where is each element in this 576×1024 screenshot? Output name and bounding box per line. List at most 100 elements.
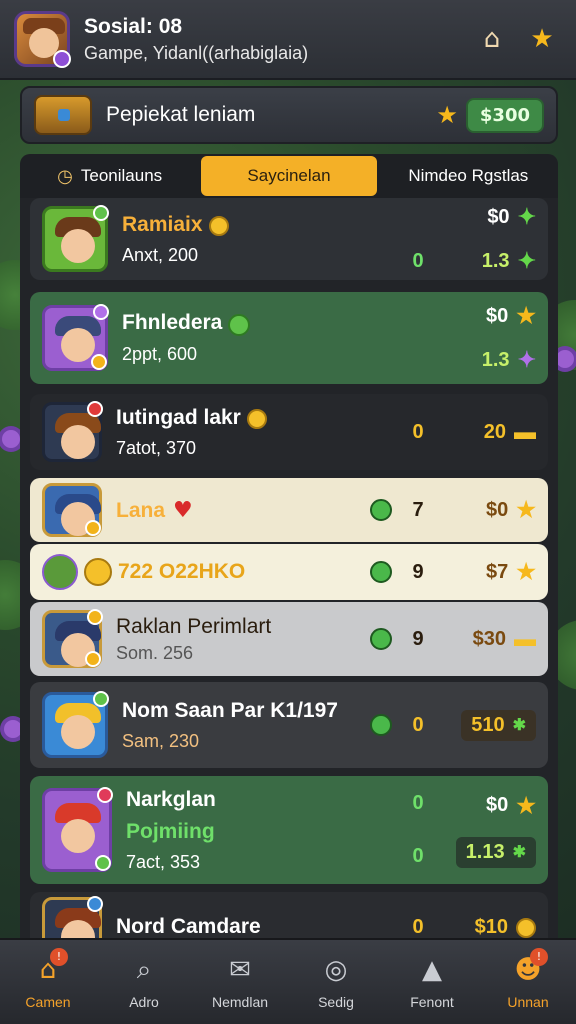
tab-nimdeo-rgstlas[interactable]: Nimdeo Rgstlas <box>381 156 556 196</box>
title-block: Sosial: 08 Gampe, Yidanl((arhabiglaia) <box>84 15 462 64</box>
list-item[interactable]: Raklan Perimlart Som. 256 9 $30 ▬ <box>30 602 548 676</box>
star-icon: ★ <box>516 497 536 522</box>
star-icon: ★ <box>516 303 536 328</box>
nav-label: Adro <box>129 994 159 1010</box>
star-icon: ★ <box>436 101 458 129</box>
pin-icon <box>370 628 392 650</box>
row-value: 20 <box>483 420 506 443</box>
settings-icon: ◎ <box>324 955 348 985</box>
clock-icon: ◷ <box>57 165 73 186</box>
pin-icon <box>370 499 392 521</box>
player-name: Lana <box>116 498 166 522</box>
nav-camen[interactable]: ⌂ ! Camen <box>0 948 96 1010</box>
heart-icon: ♥ <box>173 497 193 523</box>
coin-icon <box>246 409 267 429</box>
row-stat: 9 <box>412 627 424 650</box>
player-name: Nom Saan Par K1/197 <box>122 698 338 722</box>
player-name: 722 O22HKO <box>118 560 246 583</box>
nav-adro[interactable]: ⌕ Adro <box>96 954 192 1011</box>
gem-icon: ✦ <box>517 204 536 229</box>
avatar <box>42 896 103 938</box>
nav-sedig[interactable]: ◎ Sedig <box>288 954 384 1010</box>
list-item[interactable]: Iutingad lakr 7atot, 370 0 20 ▬ <box>30 394 548 470</box>
panel-title: Pepiekat leniam <box>106 103 256 126</box>
mail-icon: ✉ <box>229 955 251 985</box>
star-icon: ★ <box>516 792 536 818</box>
leaf-icon <box>42 554 78 590</box>
tab-label: Saycinelan <box>247 166 331 185</box>
avatar <box>42 691 109 758</box>
row-stat: 0 <box>412 420 424 443</box>
bottom-nav: ⌂ ! Camen ⌕ Adro ✉ Nemdlan ◎ Sedig ▲ Fen… <box>0 938 576 1024</box>
nav-label: Nemdlan <box>211 994 269 1010</box>
row-stat: 7 <box>412 498 424 521</box>
avatar <box>42 205 109 272</box>
list-item[interactable]: Ramiaix Anxt, 200 0 $0 ✦ 1.3 ✦ <box>30 198 548 280</box>
player-score: Som. 256 <box>116 642 194 663</box>
player-score: 2ppt, 600 <box>122 343 198 364</box>
list-item[interactable]: Nord Camdare 0 $10 <box>30 892 548 938</box>
coin-icon <box>208 216 229 236</box>
row-value-2: 1.3 <box>481 348 510 371</box>
nav-nemdlan[interactable]: ✉ Nemdlan <box>192 954 288 1010</box>
player-name: Raklan Perimlart <box>116 614 272 638</box>
avatar <box>42 401 103 462</box>
app-title: Sosial: 08 <box>84 14 183 38</box>
tab-label: Teonilauns <box>80 166 163 185</box>
player-score: Sam, 230 <box>122 730 200 751</box>
row-stat: 9 <box>412 560 424 583</box>
pin-icon <box>370 561 392 583</box>
notification-badge: ! <box>530 948 548 966</box>
tab-label: Nimdeo Rgstlas <box>408 166 529 185</box>
gem-icon: ✦ <box>517 347 536 372</box>
row-value-2: 1.3 <box>481 249 510 272</box>
app-header: Sosial: 08 Gampe, Yidanl((arhabiglaia) ⌂… <box>0 0 576 80</box>
row-value: $10 <box>474 915 508 938</box>
row-value: $7 <box>486 560 509 583</box>
player-name: Iutingad lakr <box>116 405 241 429</box>
gem-icon: ✱ <box>512 844 526 861</box>
nav-label: Camen <box>25 994 71 1010</box>
game-avatar[interactable] <box>14 11 71 68</box>
list-item[interactable]: Lana ♥ 7 $0 ★ <box>30 478 548 542</box>
row-stat: 0 <box>412 792 424 814</box>
gem-icon: ✱ <box>512 717 526 734</box>
home-icon[interactable]: ⌂ <box>472 19 512 59</box>
player-name: Narkglan <box>126 787 216 811</box>
row-stat-2: 0 <box>412 845 424 867</box>
tab-bar: ◷ Teonilauns Saycinelan Nimdeo Rgstlas <box>20 154 558 198</box>
coins-balance[interactable]: $300 <box>465 97 544 133</box>
list-item[interactable]: Narkglan Pojmiing 7act, 353 0 0 $0 ★ 1.13… <box>30 776 548 884</box>
search-icon: ⌕ <box>136 954 152 985</box>
player-name: Fhnledera <box>122 311 223 335</box>
nav-label: Unnan <box>507 994 549 1010</box>
row-stat: 0 <box>412 915 424 938</box>
list-item[interactable]: 722 O22HKO 9 $7 ★ <box>30 544 548 600</box>
tab-teonilauns[interactable]: ◷ Teonilauns <box>22 156 197 196</box>
list-item[interactable]: Fhnledera 2ppt, 600 $0 ★ 1.3 ✦ <box>30 292 548 384</box>
dash-icon: ▬ <box>514 419 536 444</box>
dash-icon: ▬ <box>514 626 536 651</box>
tab-saycinelan[interactable]: Saycinelan <box>201 156 377 196</box>
coin-icon <box>516 914 536 938</box>
panel-header: Pepiekat leniam ★ $300 <box>20 86 558 144</box>
nav-unnan[interactable]: ☻ ! Unnan <box>480 948 576 1010</box>
row-value: $30 <box>472 627 506 650</box>
player-score: Anxt, 200 <box>122 244 199 265</box>
row-value: 510 <box>471 713 505 736</box>
leaderboard-list: Ramiaix Anxt, 200 0 $0 ✦ 1.3 ✦ Fhnledera 2… <box>20 198 558 938</box>
player-score: 7atot, 370 <box>116 437 197 458</box>
row-value: $0 <box>486 794 509 816</box>
check-icon <box>228 313 251 336</box>
player-name: Nord Camdare <box>116 915 261 938</box>
avatar <box>42 609 103 668</box>
list-item[interactable]: Nom Saan Par K1/197 Sam, 230 0 510 ✱ <box>30 682 548 768</box>
avatar <box>42 304 109 371</box>
coin-icon <box>84 558 112 586</box>
player-score: 7act, 353 <box>126 851 201 872</box>
pin-icon <box>370 714 392 736</box>
star-icon[interactable]: ★ <box>522 19 562 59</box>
row-stat: 0 <box>412 249 424 272</box>
row-value-2: 1.13 <box>465 840 505 863</box>
nav-fenont[interactable]: ▲ Fenont <box>384 954 480 1010</box>
